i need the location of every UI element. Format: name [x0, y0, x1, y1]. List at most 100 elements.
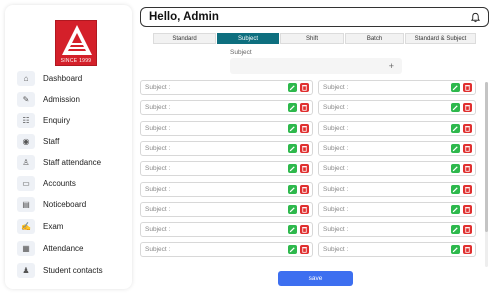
header-bar: Hello, Admin: [140, 7, 489, 27]
plus-icon[interactable]: +: [389, 61, 394, 71]
sidebar-item-attendance[interactable]: ▦ Attendance: [17, 239, 132, 257]
sidebar-item-staff-attendance[interactable]: ♙ Staff attendance: [17, 153, 132, 171]
subject-row-field[interactable]: Subject :: [318, 242, 476, 258]
delete-icon[interactable]: [463, 204, 472, 214]
delete-icon[interactable]: [463, 103, 472, 113]
sidebar-item-staff[interactable]: ◉ Staff: [17, 132, 132, 150]
delete-icon[interactable]: [300, 83, 309, 92]
delete-icon[interactable]: [463, 184, 472, 194]
edit-icon[interactable]: [451, 164, 460, 174]
delete-icon[interactable]: [300, 143, 309, 153]
enquiry-icon: ☷: [17, 112, 35, 128]
subject-row-label: Subject :: [323, 185, 349, 193]
edit-icon[interactable]: [288, 184, 297, 194]
delete-icon[interactable]: [463, 225, 472, 235]
edit-icon[interactable]: [288, 143, 297, 153]
edit-icon[interactable]: [451, 225, 460, 235]
subject-row-label: Subject :: [145, 124, 171, 132]
page-title: Hello, Admin: [149, 11, 219, 23]
delete-icon[interactable]: [463, 123, 472, 133]
subject-row-field[interactable]: Subject :: [318, 222, 476, 238]
subject-row-field[interactable]: Subject :: [140, 161, 313, 177]
subject-row-label: Subject :: [323, 165, 349, 173]
delete-icon[interactable]: [300, 103, 309, 113]
subject-input[interactable]: +: [230, 58, 402, 74]
delete-icon[interactable]: [300, 245, 309, 255]
sidebar-item-enquiry[interactable]: ☷ Enquiry: [17, 111, 132, 129]
subject-row-field[interactable]: Subject :: [318, 181, 476, 197]
edit-icon[interactable]: [288, 225, 297, 235]
subject-row-field[interactable]: Subject :: [318, 161, 476, 177]
school-logo: SINCE 1999: [55, 20, 97, 66]
edit-icon[interactable]: [288, 83, 297, 92]
delete-icon[interactable]: [300, 225, 309, 235]
scrollbar-thumb[interactable]: [485, 82, 488, 232]
subject-row-field[interactable]: Subject :: [140, 100, 313, 116]
sidebar-item-noticeboard[interactable]: ▤ Noticeboard: [17, 195, 132, 213]
edit-icon[interactable]: [451, 184, 460, 194]
save-button[interactable]: save: [278, 271, 353, 286]
subject-row-label: Subject :: [145, 246, 171, 254]
delete-icon[interactable]: [300, 184, 309, 194]
subject-field-label: Subject: [230, 49, 252, 56]
noticeboard-icon: ▤: [17, 196, 35, 212]
home-icon: ⌂: [17, 70, 35, 86]
edit-icon[interactable]: [288, 123, 297, 133]
tab-standard[interactable]: Standard: [153, 33, 216, 44]
subject-row-label: Subject :: [323, 226, 349, 234]
subject-row-field[interactable]: Subject :: [318, 120, 476, 136]
edit-icon[interactable]: [288, 245, 297, 255]
tab-subject[interactable]: Subject: [217, 33, 279, 44]
sidebar-item-label: Staff: [43, 136, 60, 146]
delete-icon[interactable]: [463, 143, 472, 153]
contacts-icon: ♟: [17, 262, 35, 278]
subject-row-field[interactable]: Subject :: [140, 80, 313, 95]
subject-row-label: Subject :: [145, 205, 171, 213]
subject-row-field[interactable]: Subject :: [140, 181, 313, 197]
edit-icon[interactable]: [288, 164, 297, 174]
edit-icon[interactable]: [288, 103, 297, 113]
sidebar-item-admission[interactable]: ✎ Admission: [17, 90, 132, 108]
delete-icon[interactable]: [300, 204, 309, 214]
delete-icon[interactable]: [463, 245, 472, 255]
subject-row-field[interactable]: Subject :: [318, 80, 476, 95]
subject-row-field[interactable]: Subject :: [140, 140, 313, 156]
bell-icon[interactable]: [469, 11, 481, 23]
subject-row-label: Subject :: [323, 84, 349, 91]
edit-icon[interactable]: [451, 143, 460, 153]
subject-row-field[interactable]: Subject :: [140, 222, 313, 238]
edit-icon[interactable]: [451, 103, 460, 113]
subject-row-label: Subject :: [145, 104, 171, 112]
sidebar-item-dashboard[interactable]: ⌂ Dashboard: [17, 69, 132, 87]
sidebar-item-label: Noticeboard: [43, 199, 87, 209]
tab-standard-and-subject[interactable]: Standard & Subject: [405, 33, 476, 44]
edit-icon[interactable]: [451, 245, 460, 255]
subject-row-field[interactable]: Subject :: [318, 100, 476, 116]
delete-icon[interactable]: [300, 123, 309, 133]
subject-row-field[interactable]: Subject :: [140, 201, 313, 217]
sidebar-item-label: Exam: [43, 221, 64, 231]
edit-icon[interactable]: [451, 204, 460, 214]
logo-tagline: SINCE 1999: [60, 58, 92, 64]
subject-row-label: Subject :: [145, 144, 171, 152]
delete-icon[interactable]: [300, 164, 309, 174]
sidebar-item-student-contacts[interactable]: ♟ Student contacts: [17, 261, 132, 279]
edit-icon[interactable]: [451, 83, 460, 92]
subject-row-field[interactable]: Subject :: [318, 140, 476, 156]
edit-icon[interactable]: [451, 123, 460, 133]
delete-icon[interactable]: [463, 164, 472, 174]
subject-row-field[interactable]: Subject :: [140, 242, 313, 258]
subject-row-label: Subject :: [323, 124, 349, 132]
subject-row-field[interactable]: Subject :: [318, 201, 476, 217]
attendance-icon: ▦: [17, 240, 35, 256]
sidebar-item-exam[interactable]: ✍ Exam: [17, 217, 132, 235]
subject-row-field[interactable]: Subject :: [140, 120, 313, 136]
tab-shift[interactable]: Shift: [280, 33, 344, 44]
subject-row-label: Subject :: [323, 144, 349, 152]
edit-icon[interactable]: [288, 204, 297, 214]
sidebar-item-label: Attendance: [43, 243, 84, 253]
delete-icon[interactable]: [463, 83, 472, 92]
admission-icon: ✎: [17, 91, 35, 107]
tab-batch[interactable]: Batch: [345, 33, 404, 44]
sidebar-item-accounts[interactable]: ▭ Accounts: [17, 174, 132, 192]
